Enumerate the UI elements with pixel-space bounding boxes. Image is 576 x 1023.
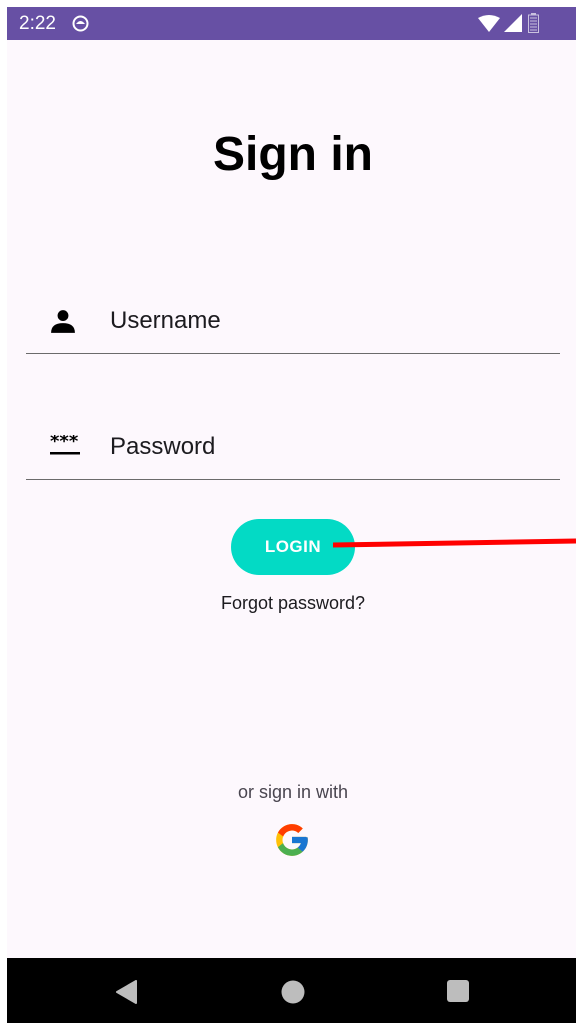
navigation-bar bbox=[7, 958, 576, 1023]
app-notification-icon bbox=[72, 15, 89, 32]
or-sign-in-label: or sign in with bbox=[237, 782, 349, 802]
status-bar: 2:22 bbox=[7, 7, 576, 40]
password-field[interactable]: *** bbox=[26, 419, 560, 480]
username-input[interactable] bbox=[110, 303, 540, 339]
signal-icon bbox=[504, 14, 522, 32]
screen: 2:22 Sign in *** bbox=[7, 7, 576, 1023]
red-pointer-line bbox=[333, 538, 576, 548]
back-icon[interactable] bbox=[115, 980, 137, 1004]
google-icon[interactable] bbox=[273, 821, 311, 859]
battery-icon bbox=[528, 13, 539, 33]
forgot-password-link[interactable]: Forgot password? bbox=[7, 593, 576, 614]
svg-text:***: *** bbox=[50, 435, 79, 452]
recents-icon[interactable] bbox=[447, 980, 469, 1002]
wifi-icon bbox=[478, 15, 500, 32]
password-icon: *** bbox=[50, 435, 80, 455]
username-field[interactable] bbox=[26, 293, 560, 354]
page-title: Sign in bbox=[213, 128, 373, 181]
password-input[interactable] bbox=[110, 429, 540, 465]
person-icon bbox=[51, 310, 75, 333]
home-icon[interactable] bbox=[281, 980, 305, 1004]
status-time: 2:22 bbox=[19, 13, 56, 34]
